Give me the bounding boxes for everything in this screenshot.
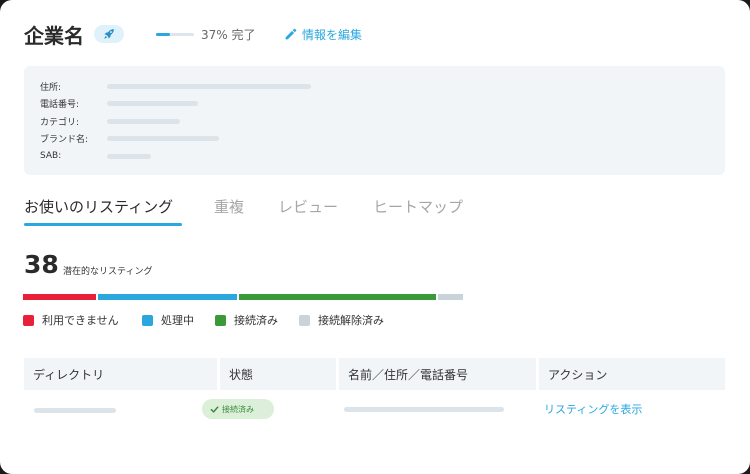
legend-swatch xyxy=(142,314,153,326)
legend-label: 利用できません xyxy=(42,314,119,327)
business-info-panel: 住所: 電話番号: カテゴリ: ブランド名: SAB: xyxy=(24,66,725,175)
status-breakdown-bar xyxy=(23,294,465,300)
column-header-status: 状態 xyxy=(220,358,336,390)
tab-reviews[interactable]: レビュー xyxy=(278,196,338,217)
check-icon xyxy=(210,405,219,413)
rocket-badge xyxy=(94,25,124,43)
tab-duplicates[interactable]: 重複 xyxy=(214,196,244,217)
info-row-category: カテゴリ: xyxy=(40,114,180,128)
legend-item-disconnected: 接続解除済み xyxy=(299,312,384,328)
info-label: 電話番号: xyxy=(40,99,80,110)
info-value-placeholder xyxy=(107,153,151,159)
pencil-icon xyxy=(285,28,297,40)
legend-item-unavailable: 利用できません xyxy=(23,312,119,328)
status-segment xyxy=(98,294,237,300)
info-row-sab: SAB: xyxy=(40,149,151,163)
legend-swatch xyxy=(215,314,226,326)
info-row-phone: 電話番号: xyxy=(40,96,198,110)
info-label: 住所: xyxy=(40,82,62,93)
active-tab-indicator xyxy=(24,223,182,226)
legend-label: 接続済み xyxy=(234,314,278,327)
status-badge-label: 接続済み xyxy=(222,404,254,414)
directory-placeholder xyxy=(34,408,116,413)
info-label: ブランド名: xyxy=(40,134,89,145)
legend-item-processing: 処理中 xyxy=(142,312,194,328)
info-value-placeholder xyxy=(107,83,311,89)
info-value-placeholder xyxy=(107,100,198,106)
info-row-address: 住所: xyxy=(40,79,311,93)
legend-label: 接続解除済み xyxy=(318,314,384,327)
completion-progress-label: 37% 完了 xyxy=(201,28,256,42)
page-header: 企業名 xyxy=(24,20,124,48)
tab-heatmap[interactable]: ヒートマップ xyxy=(373,196,463,217)
column-header-directory: ディレクトリ xyxy=(24,358,217,390)
legend-swatch xyxy=(299,314,310,326)
edit-info-label: 情報を編集 xyxy=(302,28,363,42)
legend-swatch xyxy=(23,314,34,326)
completion-progress-bar xyxy=(156,33,194,36)
status-segment xyxy=(438,294,463,300)
legend-label: 処理中 xyxy=(161,314,194,327)
edit-info-link[interactable]: 情報を編集 xyxy=(284,26,362,43)
legend-item-connected: 接続済み xyxy=(215,312,278,328)
info-label: SAB: xyxy=(40,151,62,161)
column-header-action: アクション xyxy=(539,358,725,390)
info-row-brand: ブランド名: xyxy=(40,131,219,145)
name-address-phone-placeholder xyxy=(344,407,504,412)
completion-progress-fill xyxy=(156,33,171,36)
rocket-icon xyxy=(104,29,114,39)
status-badge: 接続済み xyxy=(202,399,274,419)
status-segment xyxy=(239,294,436,300)
page-title: 企業名 xyxy=(24,23,84,48)
info-label: カテゴリ: xyxy=(40,117,80,128)
view-listing-link[interactable]: リスティングを表示 xyxy=(544,401,642,417)
tab-your-listings[interactable]: お使いのリスティング xyxy=(24,196,173,217)
info-value-placeholder xyxy=(107,118,180,124)
listing-count: 38 xyxy=(24,250,59,279)
status-segment xyxy=(23,294,96,300)
listings-card: 企業名 37% 完了 情報を編集 住所: 電話番号: カテゴリ: ブランド名: … xyxy=(0,0,750,474)
column-header-name-address-phone: 名前／住所／電話番号 xyxy=(339,358,536,390)
listing-count-label: 潜在的なリスティング xyxy=(63,267,153,277)
info-value-placeholder xyxy=(107,135,219,141)
